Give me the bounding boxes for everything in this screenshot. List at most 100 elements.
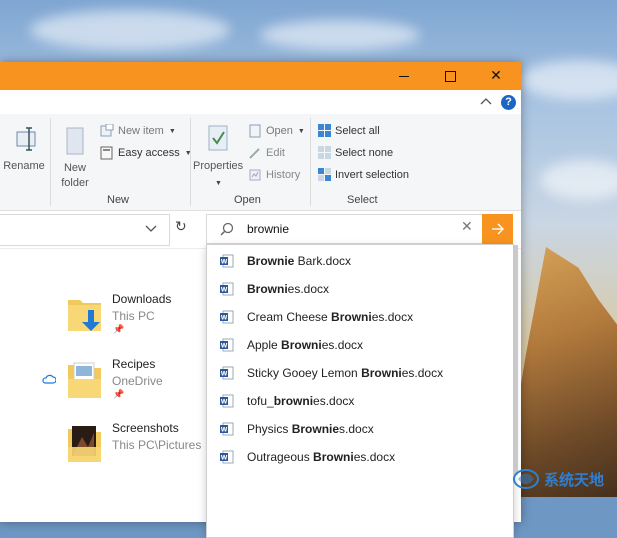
suggestion-suffix: Bark.docx [294, 254, 352, 268]
arrow-right-icon [491, 223, 504, 235]
suggestion-match: Browni [313, 450, 354, 464]
open-button[interactable]: Open ▼ [248, 124, 305, 138]
suggestion-item[interactable]: Wtofu_brownies.docx [207, 387, 513, 415]
select-all-label: Select all [335, 124, 380, 137]
svg-text:W: W [221, 427, 228, 434]
history-button[interactable]: History [248, 168, 300, 182]
suggestion-suffix: es.docx [371, 310, 414, 324]
suggestion-match: Browni [281, 338, 322, 352]
suggestion-match: Browni [247, 282, 288, 296]
easy-access-label: Easy access [118, 147, 180, 159]
suggestion-prefix: Sticky Gooey Lemon [247, 366, 362, 380]
suggestion-item[interactable]: W Apple Brownies.docx [207, 331, 513, 359]
new-folder-label-1: New [63, 162, 86, 174]
new-folder-icon [66, 127, 84, 155]
minimize-icon [399, 75, 409, 77]
new-group-label: New [107, 194, 130, 206]
suggestion-prefix: Physics [247, 422, 292, 436]
suggestion-text: Cream Cheese Brownies.docx [247, 310, 413, 324]
select-none-button[interactable]: Select none [318, 146, 393, 159]
suggestion-suffix: s.docx [339, 422, 374, 436]
help-button[interactable]: ? [501, 95, 516, 110]
new-item-button[interactable]: New item ▼ [100, 124, 176, 138]
edit-button[interactable]: Edit [248, 146, 285, 160]
rename-button[interactable]: Rename [2, 126, 46, 174]
screenshots-folder-icon [68, 426, 101, 462]
rename-icon [16, 127, 36, 151]
search-input[interactable]: brownie [247, 222, 289, 236]
word-document-icon: W [220, 282, 234, 296]
dropdown-caret-icon: ▼ [168, 127, 176, 135]
title-bar[interactable]: ✕ [0, 62, 521, 90]
word-document-icon: W [220, 338, 234, 352]
cloud-icon [42, 374, 56, 384]
address-history-chevron-icon[interactable] [145, 225, 157, 233]
quick-access-name: Recipes [112, 357, 156, 371]
suggestion-item[interactable]: W Sticky Gooey Lemon Brownies.docx [207, 359, 513, 387]
suggestion-suffix: es.docx [287, 282, 330, 296]
suggestion-item[interactable]: W Physics Brownies.docx [207, 415, 513, 443]
properties-label: Properties [193, 160, 244, 172]
suggestion-item[interactable]: W Brownies.docx [207, 275, 513, 303]
svg-text:W: W [221, 315, 228, 322]
svg-text:W: W [221, 399, 228, 406]
maximize-icon [444, 70, 456, 82]
suggestion-prefix: Outrageous [247, 450, 314, 464]
word-document-icon: W [220, 394, 234, 408]
watermark-logo-icon [513, 469, 539, 489]
word-document-icon: W [220, 310, 234, 324]
quick-access-name: Downloads [112, 292, 172, 306]
open-icon [249, 124, 261, 138]
invert-selection-icon [318, 168, 331, 181]
suggestion-text: Outrageous Brownies.docx [247, 450, 395, 464]
suggestion-prefix: Cream Cheese [247, 310, 332, 324]
suggestion-suffix: es.docx [353, 450, 396, 464]
properties-button[interactable]: Properties ▼ [193, 124, 243, 191]
clear-search-icon[interactable]: ✕ [461, 219, 473, 235]
suggestion-match: Brownie [247, 254, 295, 268]
recipes-folder-icon [68, 362, 101, 398]
easy-access-icon [100, 146, 113, 160]
easy-access-button[interactable]: Easy access ▼ [100, 146, 192, 160]
svg-text:W: W [221, 455, 228, 462]
collapse-ribbon-chevron-icon[interactable] [480, 95, 492, 107]
open-label: Open [266, 125, 293, 137]
select-none-icon [318, 146, 331, 159]
pin-icon: 📌 [113, 390, 125, 400]
suggestion-item[interactable]: W Brownie Bark.docx [207, 247, 513, 275]
watermark: 系统天地 [512, 466, 604, 492]
suggestion-suffix: es.docx [321, 338, 364, 352]
open-group-label: Open [234, 194, 261, 206]
select-group-label: Select [347, 194, 378, 206]
suggestion-match: Browni [361, 366, 402, 380]
suggestion-text: Sticky Gooey Lemon Brownies.docx [247, 366, 443, 380]
minimize-button[interactable] [381, 62, 427, 90]
svg-text:W: W [221, 259, 228, 266]
suggestion-prefix: tofu_ [247, 394, 274, 408]
quick-access-name: Screenshots [112, 421, 179, 435]
word-document-icon: W [220, 422, 234, 436]
suggestion-text: Brownie Bark.docx [247, 254, 351, 268]
quick-access-location: This PC [112, 309, 155, 323]
suggestion-suffix: es.docx [401, 366, 444, 380]
invert-selection-button[interactable]: Invert selection [318, 168, 409, 181]
suggestion-item[interactable]: W Outrageous Brownies.docx [207, 443, 513, 471]
new-folder-button[interactable]: New folder [56, 126, 94, 191]
search-suggestions-dropdown: W Brownie Bark.docx W Brownies.docx W Cream C… [206, 244, 514, 538]
new-item-icon [100, 124, 114, 137]
suggestion-match: browni [273, 394, 314, 408]
suggestion-item[interactable]: W Cream Cheese Brownies.docx [207, 303, 513, 331]
history-label: History [266, 169, 301, 181]
downloads-folder-icon [68, 300, 101, 331]
search-go-button[interactable] [482, 214, 513, 244]
close-button[interactable]: ✕ [473, 62, 519, 90]
invert-selection-label: Invert selection [335, 168, 409, 181]
dropdown-scrollbar[interactable] [513, 245, 518, 475]
select-all-button[interactable]: Select all [318, 124, 380, 137]
quick-access-location: OneDrive [112, 374, 163, 388]
suggestion-prefix: Apple [247, 338, 282, 352]
new-folder-label-2: folder [61, 177, 89, 189]
refresh-icon[interactable]: ↻ [175, 219, 187, 235]
new-item-label: New item [118, 125, 164, 137]
maximize-button[interactable] [427, 62, 473, 90]
